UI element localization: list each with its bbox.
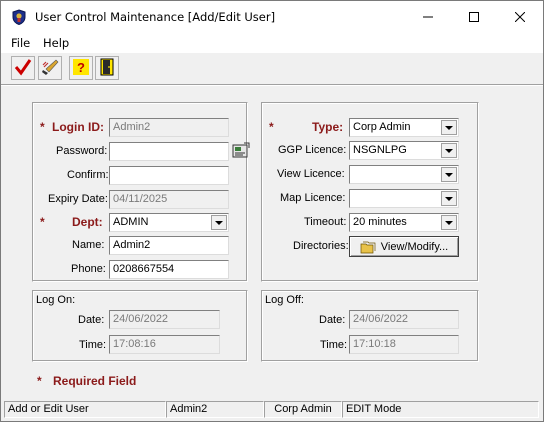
- save-button[interactable]: [11, 56, 35, 80]
- window-title: User Control Maintenance [Add/Edit User]: [35, 10, 276, 24]
- svg-text:?: ?: [77, 60, 85, 75]
- status-action: Add or Edit User: [4, 401, 166, 418]
- timeout-dropdown-button[interactable]: [441, 215, 457, 230]
- ggp-licence-label: GGP Licence:: [278, 144, 347, 156]
- timeout-value: 20 minutes: [353, 216, 407, 228]
- dept-value: ADMIN: [113, 216, 149, 228]
- logoff-time-field: 17:10:18: [349, 335, 459, 354]
- name-field[interactable]: Admin2: [109, 236, 229, 255]
- type-label: Type:: [312, 120, 344, 134]
- checkmark-icon: [14, 58, 32, 79]
- toolbar: ?: [1, 53, 543, 83]
- required-star-note: *: [37, 374, 42, 388]
- phone-label: Phone:: [71, 263, 106, 275]
- minimize-button[interactable]: [405, 1, 451, 33]
- password-generator-button[interactable]: [231, 141, 251, 161]
- confirm-field[interactable]: [109, 166, 229, 185]
- name-label: Name:: [72, 239, 105, 251]
- view-modify-button[interactable]: View/Modify...: [349, 236, 459, 257]
- logoff-time-label: Time:: [320, 339, 348, 351]
- chevron-down-icon: [445, 220, 453, 225]
- chevron-down-icon: [445, 196, 453, 201]
- chevron-down-icon: [445, 148, 453, 153]
- type-select[interactable]: Corp Admin: [349, 118, 459, 137]
- ggp-licence-select[interactable]: NSGNLPG: [349, 141, 459, 160]
- map-licence-select[interactable]: [349, 189, 459, 208]
- expiry-date-label: Expiry Date:: [48, 193, 108, 205]
- menu-file[interactable]: File: [11, 36, 30, 50]
- status-type: Corp Admin: [264, 401, 342, 418]
- logon-date-field: 24/06/2022: [109, 310, 220, 329]
- view-dropdown-button[interactable]: [441, 167, 457, 182]
- status-user: Admin2: [166, 401, 264, 418]
- chevron-down-icon: [445, 172, 453, 177]
- logon-title: Log On:: [36, 294, 76, 306]
- password-label: Password:: [56, 145, 108, 157]
- chevron-down-icon: [445, 125, 453, 130]
- required-star-type: *: [269, 120, 274, 134]
- logoff-date-field: 24/06/2022: [349, 310, 459, 329]
- dept-dropdown-button[interactable]: [211, 215, 227, 230]
- exit-door-icon: [98, 58, 116, 79]
- logon-time-field: 17:08:16: [109, 335, 220, 354]
- logoff-title: Log Off:: [265, 294, 304, 306]
- confirm-label: Confirm:: [67, 169, 109, 181]
- edit-button[interactable]: [38, 56, 62, 80]
- directories-label: Directories:: [293, 240, 349, 252]
- login-id-label: Login ID:: [52, 120, 104, 134]
- required-field-note: Required Field: [53, 374, 137, 388]
- help-question-icon: ?: [72, 58, 90, 79]
- menu-help[interactable]: Help: [43, 36, 69, 50]
- logon-time-label: Time:: [79, 339, 107, 351]
- menu-bar: File Help: [1, 33, 543, 53]
- dept-label: Dept:: [72, 215, 103, 229]
- help-button[interactable]: ?: [69, 56, 93, 80]
- phone-field[interactable]: 0208667554: [109, 260, 229, 279]
- title-bar[interactable]: User Control Maintenance [Add/Edit User]: [1, 1, 543, 33]
- timeout-label: Timeout:: [304, 216, 347, 228]
- toolbar-divider-highlight: [1, 85, 543, 86]
- password-field[interactable]: [109, 142, 229, 161]
- main-window: User Control Maintenance [Add/Edit User]…: [0, 0, 544, 422]
- chevron-down-icon: [215, 220, 223, 225]
- app-shield-icon: [11, 9, 27, 26]
- edit-brush-icon: [41, 58, 59, 79]
- timeout-select[interactable]: 20 minutes: [349, 213, 459, 232]
- map-licence-label: Map Licence:: [280, 192, 346, 204]
- ggp-licence-value: NSGNLPG: [353, 144, 407, 156]
- expiry-date-field: 04/11/2025: [109, 190, 229, 209]
- view-licence-label: View Licence:: [277, 168, 345, 180]
- view-modify-label: View/Modify...: [380, 240, 449, 253]
- required-star-login: *: [40, 120, 45, 134]
- logon-date-label: Date:: [78, 314, 105, 326]
- type-value: Corp Admin: [353, 121, 411, 133]
- maximize-button[interactable]: [451, 1, 497, 33]
- dept-select[interactable]: ADMIN: [109, 213, 229, 232]
- required-star-dept: *: [40, 215, 45, 229]
- close-button[interactable]: [497, 1, 543, 33]
- type-dropdown-button[interactable]: [441, 120, 457, 135]
- status-mode: EDIT Mode: [342, 401, 539, 418]
- ggp-dropdown-button[interactable]: [441, 143, 457, 158]
- map-dropdown-button[interactable]: [441, 191, 457, 206]
- login-id-field: Admin2: [109, 118, 229, 137]
- view-licence-select[interactable]: [349, 165, 459, 184]
- key-card-icon: [231, 142, 251, 164]
- status-bar: Add or Edit User Admin2 Corp Admin EDIT …: [1, 399, 543, 421]
- exit-button[interactable]: [95, 56, 119, 80]
- folders-icon: [360, 240, 376, 254]
- logoff-date-label: Date:: [319, 314, 346, 326]
